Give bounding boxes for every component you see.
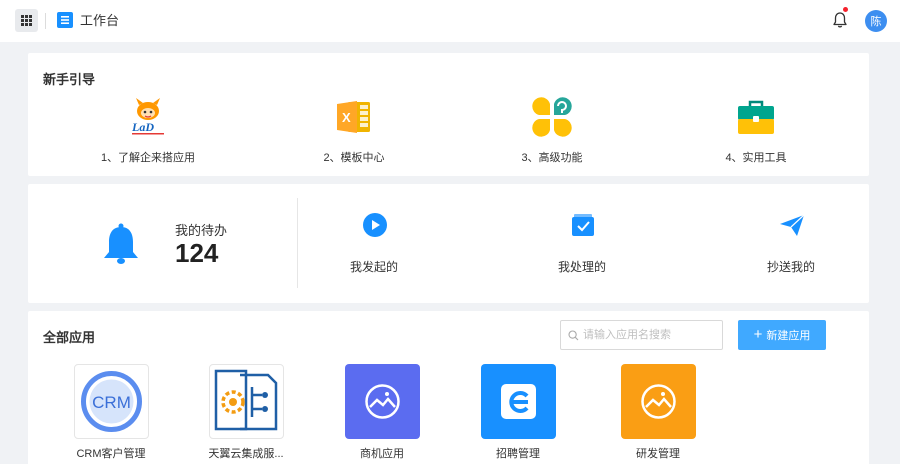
app-tile-label: CRM客户管理 (76, 448, 146, 460)
guide-item-label: 2、模板中心 (323, 152, 385, 164)
play-circle-icon (363, 213, 387, 237)
notification-bell-icon[interactable] (832, 11, 848, 29)
app-grid-button[interactable] (15, 9, 38, 32)
crm-logo-text: CRM (92, 393, 131, 412)
guide-item-label: 3、高级功能 (521, 152, 583, 164)
app-tile-rnd[interactable]: 研发管理 (597, 364, 717, 464)
integration-service-icon (209, 364, 284, 439)
image-icon (621, 364, 696, 439)
advanced-features-icon (532, 97, 572, 137)
new-app-button[interactable]: + 新建应用 (738, 320, 826, 350)
handled-by-me-button[interactable]: 我处理的 (522, 212, 642, 282)
cc-to-me-button[interactable]: 抄送我的 (731, 212, 851, 282)
avatar[interactable]: 陈 (865, 10, 887, 32)
task-check-icon (572, 214, 594, 236)
action-label: 我处理的 (557, 260, 606, 274)
app-tile-integration[interactable]: 天翼云集成服... (185, 364, 305, 464)
divider (45, 13, 46, 29)
guide-item-learn[interactable]: LaD 1、了解企来搭应用 (48, 93, 248, 173)
app-search-input[interactable] (583, 322, 719, 348)
notification-dot (843, 7, 848, 12)
apps-card: 全部应用 + 新建应用 CRM CRM客户管理 (28, 311, 869, 464)
lad-mascot-icon: LaD (131, 98, 164, 135)
app-tile-opportunity[interactable]: 商机应用 (321, 364, 441, 464)
new-app-label: 新建应用 (766, 330, 811, 342)
todo-bell-icon (104, 223, 138, 264)
app-tile-recruitment[interactable]: 招聘管理 (457, 364, 577, 464)
grid-icon (21, 15, 32, 26)
e-letter-icon (481, 364, 556, 439)
todo-card: 我的待办 124 我发起的 我处理的 抄送我的 (28, 184, 869, 303)
crm-logo-icon: CRM (74, 364, 149, 439)
action-label: 抄送我的 (766, 260, 815, 274)
divider (297, 198, 298, 288)
guide-item-label: 4、实用工具 (725, 152, 787, 164)
apps-title: 全部应用 (43, 330, 96, 345)
svg-text:LaD: LaD (131, 120, 154, 134)
guide-item-templates[interactable]: X 2、模板中心 (254, 93, 454, 173)
app-tile-label: 商机应用 (360, 448, 404, 460)
page-title[interactable]: 工作台 (80, 12, 119, 29)
guide-item-tools[interactable]: 4、实用工具 (656, 93, 856, 173)
svg-text:X: X (342, 110, 351, 125)
guide-item-label: 1、了解企来搭应用 (100, 152, 196, 164)
paper-plane-icon (780, 214, 805, 236)
search-icon (568, 330, 579, 341)
todo-count[interactable]: 124 (175, 238, 218, 269)
app-tile-label: 天翼云集成服... (208, 448, 284, 460)
app-tile-crm[interactable]: CRM CRM客户管理 (50, 364, 170, 464)
initiated-by-me-button[interactable]: 我发起的 (314, 212, 434, 282)
todo-label[interactable]: 我的待办 (175, 220, 227, 239)
guide-card: 新手引导 LaD 1、了解企来搭应用 X 2、模板中心 3、高级功能 4、实用工… (28, 53, 869, 176)
app-tile-label: 招聘管理 (496, 448, 540, 460)
guide-title: 新手引导 (43, 72, 96, 87)
workbench-logo-icon (57, 12, 73, 28)
app-search-box[interactable] (560, 320, 723, 350)
app-tile-label: 研发管理 (636, 448, 680, 460)
guide-item-advanced[interactable]: 3、高级功能 (452, 93, 652, 173)
top-bar: 工作台 陈 (0, 0, 900, 42)
action-label: 我发起的 (349, 260, 398, 274)
plus-icon: + (753, 326, 763, 343)
toolbox-icon (738, 100, 774, 134)
excel-template-icon: X (337, 101, 370, 133)
image-icon (345, 364, 420, 439)
